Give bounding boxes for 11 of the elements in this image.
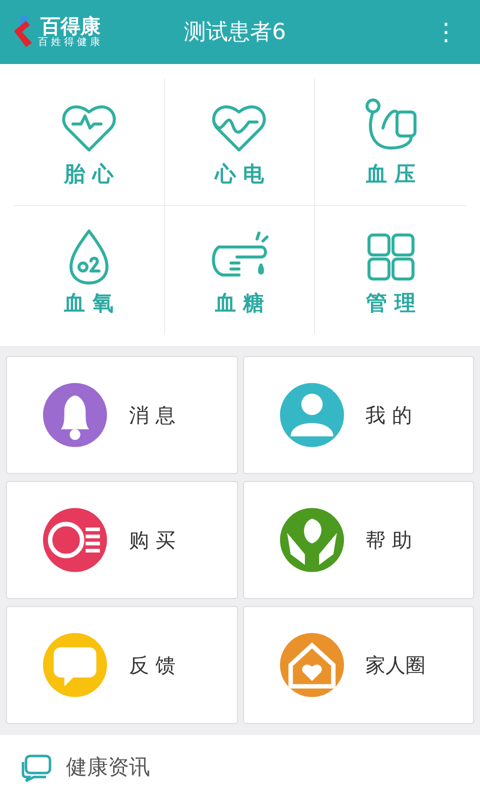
screen-title: 测试患者6	[184, 18, 286, 46]
menu-tile[interactable]: 反 馈	[6, 606, 238, 724]
menu-tile[interactable]: 购 买	[6, 481, 238, 599]
menu-tile[interactable]: 消 息	[6, 356, 238, 474]
chat-icon	[20, 754, 52, 782]
menu-tile[interactable]: 我 的	[242, 356, 474, 474]
menu-tile[interactable]: 家人圈	[242, 606, 474, 724]
menu-tile[interactable]: 帮 助	[242, 481, 474, 599]
logo-name: 百得康	[40, 15, 100, 37]
logo-slogan: 百姓得健康	[38, 37, 103, 49]
news-label[interactable]: 健康资讯	[66, 752, 150, 784]
